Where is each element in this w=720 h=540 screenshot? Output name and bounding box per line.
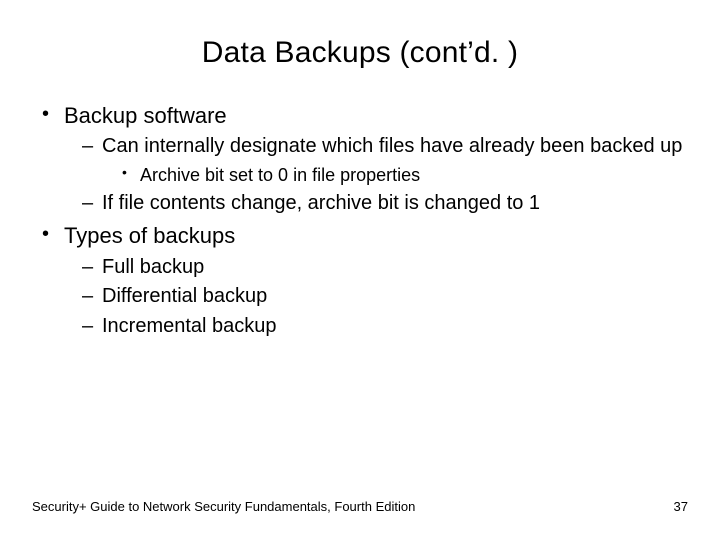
- sub-text: Differential backup: [102, 285, 267, 307]
- sub-text: Incremental backup: [102, 315, 277, 337]
- sub-list: Full backup Differential backup Incremen…: [64, 255, 688, 340]
- bullet-list: Backup software Can internally designate…: [32, 102, 688, 339]
- sub-text: Full backup: [102, 256, 204, 278]
- bullet-text: Backup software: [64, 103, 227, 128]
- slide: Data Backups (cont’d. ) Backup software …: [0, 0, 720, 540]
- sub-item: If file contents change, archive bit is …: [64, 191, 688, 217]
- page-number: 37: [674, 499, 688, 514]
- sub-text: Can internally designate which files hav…: [102, 135, 682, 157]
- sub-text: If file contents change, archive bit is …: [102, 192, 540, 214]
- sub-item: Can internally designate which files hav…: [64, 134, 688, 187]
- footer-source: Security+ Guide to Network Security Fund…: [32, 499, 415, 514]
- bullet-item: Types of backups Full backup Differentia…: [32, 222, 688, 339]
- bullet-item: Backup software Can internally designate…: [32, 102, 688, 216]
- sub-item: Incremental backup: [64, 314, 688, 340]
- bullet-text: Types of backups: [64, 223, 235, 248]
- sub2-list: Archive bit set to 0 in file properties: [102, 164, 688, 187]
- slide-title: Data Backups (cont’d. ): [32, 36, 688, 70]
- sub-item: Full backup: [64, 255, 688, 281]
- sub2-item: Archive bit set to 0 in file properties: [102, 164, 688, 187]
- sub2-text: Archive bit set to 0 in file properties: [140, 165, 420, 185]
- sub-list: Can internally designate which files hav…: [64, 134, 688, 216]
- sub-item: Differential backup: [64, 284, 688, 310]
